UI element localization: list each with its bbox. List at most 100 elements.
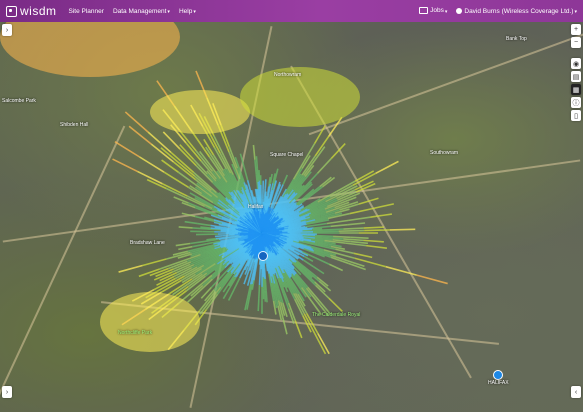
map-label: The Calderdale Royal [312, 312, 361, 318]
expand-left-panel-button[interactable]: › [2, 24, 12, 36]
map-label: Bradshaw Lane [130, 240, 165, 246]
map-label: Northcliffe Park [118, 330, 153, 336]
coverage-ray [371, 203, 395, 210]
coverage-ray [307, 185, 321, 197]
coverage-ray [184, 220, 198, 225]
transmitter-marker[interactable] [258, 251, 268, 261]
coverage-ray [363, 226, 385, 229]
coverage-ray [287, 230, 314, 234]
coverage-ray [389, 228, 416, 231]
coverage-ray [263, 290, 267, 302]
coverage-ray [330, 143, 346, 160]
logo-icon [6, 5, 17, 17]
coverage-ray [150, 143, 174, 163]
nav-help[interactable]: Help▾ [179, 8, 196, 15]
coverage-patch [0, 22, 180, 77]
coverage-ray [192, 243, 207, 248]
coverage-ray [124, 111, 149, 133]
coverage-ray [258, 284, 261, 299]
chevron-down-icon: ▾ [574, 8, 577, 15]
logo-text: wisdm [20, 4, 57, 18]
coverage-ray [385, 265, 417, 276]
coverage-ray [294, 320, 303, 339]
coverage-ray [258, 180, 261, 192]
coverage-ray [328, 263, 344, 272]
coverage-ray [304, 255, 314, 263]
coverage-ray [258, 271, 261, 286]
book-icon[interactable]: ▦ [571, 84, 581, 95]
coverage-ray [348, 216, 371, 222]
coverage-ray [261, 231, 288, 234]
expand-right-panel-button[interactable]: ‹ [571, 386, 581, 398]
coverage-ray [358, 197, 379, 205]
site-marker[interactable] [493, 370, 503, 380]
coverage-ray [338, 229, 365, 232]
map-canvas[interactable]: Salcombe Park Shibden Hall Northowram So… [0, 22, 583, 412]
user-menu[interactable]: David Burns (Wireless Coverage Ltd.)▾ [456, 8, 577, 15]
coverage-ray [239, 153, 245, 168]
jobs-menu[interactable]: Jobs▾ [419, 7, 448, 15]
coverage-ray [328, 297, 343, 313]
nav-site-planner[interactable]: Site Planner [69, 8, 104, 15]
coverage-ray [352, 172, 377, 186]
coverage-ray [215, 236, 226, 240]
coverage-ray [313, 225, 331, 229]
coverage-ray [265, 290, 268, 303]
coverage-ray [322, 228, 344, 231]
coverage-ray [162, 131, 181, 150]
phone-icon[interactable]: ▯ [571, 110, 581, 121]
coverage-ray [312, 227, 323, 231]
coverage-ray [118, 264, 143, 273]
top-nav-bar: wisdm Site Planner Data Management▾ Help… [0, 0, 583, 22]
coverage-ray [163, 171, 189, 189]
coverage-ray [265, 264, 269, 272]
coverage-ray [350, 236, 369, 239]
coverage-ray [363, 239, 384, 243]
chevron-down-icon: ▾ [444, 8, 448, 15]
coverage-ray [263, 278, 266, 291]
map-label: Northowram [274, 72, 302, 78]
chevron-down-icon: ▾ [193, 8, 196, 15]
map-label: Halifax [248, 204, 264, 210]
expand-bottom-left-button[interactable]: › [2, 386, 12, 398]
zoom-out-button[interactable]: − [571, 37, 581, 48]
coverage-ray [190, 240, 205, 245]
coverage-ray [256, 168, 260, 182]
coverage-ray [178, 226, 193, 229]
map-toolbar: + − ◉ ▤ ▦ ⓘ ▯ [571, 24, 581, 123]
coverage-ray [416, 274, 448, 285]
coverage-ray [350, 240, 369, 245]
coverage-ray [178, 245, 193, 251]
coverage-ray [181, 212, 196, 218]
coverage-ray [313, 230, 339, 233]
nav-data-management[interactable]: Data Management▾ [113, 8, 170, 15]
info-icon[interactable]: ⓘ [571, 97, 581, 108]
coverage-ray [370, 213, 393, 218]
coverage-ray [197, 222, 211, 227]
layers-icon[interactable]: ▤ [571, 71, 581, 82]
coverage-ray [252, 144, 256, 160]
coverage-ray [224, 235, 235, 239]
coverage-ray [269, 173, 273, 184]
coverage-ray [227, 288, 235, 301]
map-label: Shibden Hall [60, 122, 89, 128]
coverage-ray [214, 235, 223, 238]
coverage-ray [257, 298, 260, 312]
coverage-ray [161, 183, 188, 197]
coverage-ray [316, 157, 332, 174]
wisdm-logo[interactable]: wisdm [6, 4, 57, 18]
coverage-ray [343, 238, 364, 242]
coverage-ray [375, 160, 399, 175]
eye-icon[interactable]: ◉ [571, 58, 581, 69]
coverage-ray [114, 140, 140, 158]
coverage-heatmap [0, 22, 448, 355]
site-label: HALIFAX [488, 380, 509, 386]
coverage-ray [243, 166, 249, 181]
zoom-in-button[interactable]: + [571, 24, 581, 35]
coverage-ray [282, 317, 288, 335]
coverage-ray [353, 252, 373, 259]
coverage-ray [175, 242, 191, 247]
coverage-ray [330, 223, 348, 228]
coverage-ray [137, 170, 163, 185]
chevron-down-icon: ▾ [167, 8, 170, 15]
